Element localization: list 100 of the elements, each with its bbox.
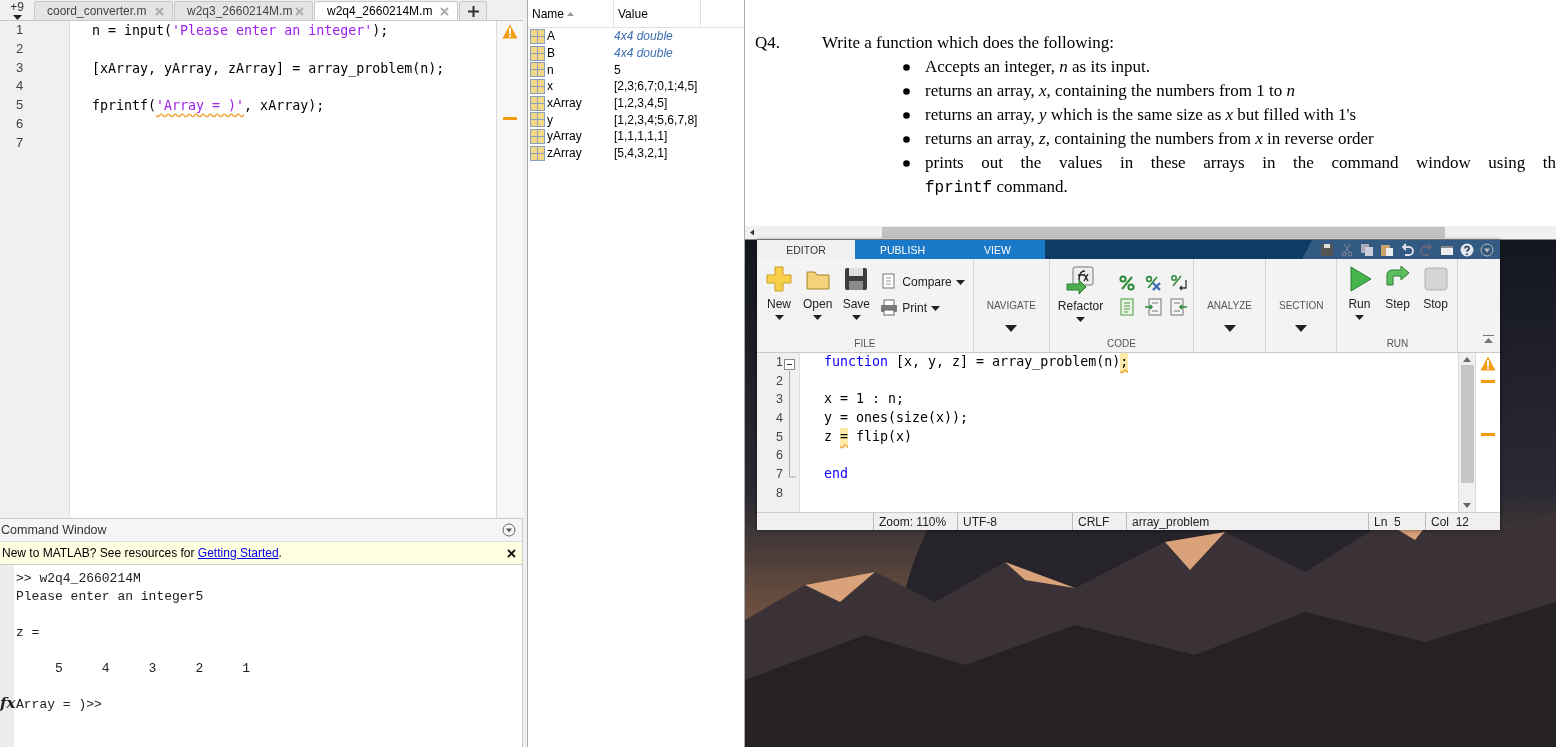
code-line: [xArray, yArray, zArray] = array_problem(n); xyxy=(92,59,445,79)
bullet-icon xyxy=(903,136,910,143)
ribbon-button[interactable]: Compare xyxy=(877,272,968,292)
line-number: 7 xyxy=(15,134,25,152)
circle-caret-icon[interactable] xyxy=(1480,242,1494,257)
bullet-text: returns an array, z, containing the numbers from x in reverse order xyxy=(925,128,1375,150)
column-header[interactable]: Name xyxy=(528,0,614,27)
bullet-text: Accepts an integer, n as its input. xyxy=(925,56,1151,78)
ribbon-button[interactable]: Refactor xyxy=(1054,264,1107,323)
code-line: x = 1 : n; xyxy=(824,390,905,409)
output-line: 5 4 3 2 1 xyxy=(54,661,251,676)
outdent-icon[interactable] xyxy=(1170,298,1189,316)
status-field: CRLF xyxy=(1072,513,1126,530)
indent-icon[interactable] xyxy=(1144,298,1163,316)
variable-value: 4x4 double xyxy=(614,46,673,61)
bullet-text: returns an array, x, containing the numbers from 1 to n xyxy=(925,80,1296,102)
variable-name[interactable]: yArray xyxy=(547,129,582,144)
bullet-icon xyxy=(903,160,910,167)
square-icon xyxy=(1421,265,1450,293)
line-number: 4 xyxy=(15,78,25,96)
variable-name[interactable]: B xyxy=(547,46,555,61)
line-number: 5 xyxy=(15,97,25,115)
paste-icon[interactable] xyxy=(1380,242,1394,257)
bullet-icon xyxy=(903,112,910,119)
undo-icon[interactable] xyxy=(1400,242,1414,257)
ribbon-tab[interactable]: VIEW xyxy=(950,240,1045,259)
ribbon-button[interactable]: NAVIGATE xyxy=(978,264,1044,332)
panel-title: Command Window xyxy=(1,523,107,537)
ribbon-button[interactable]: Save xyxy=(839,264,874,321)
column-header[interactable]: Value xyxy=(614,0,701,27)
file-tab[interactable]: w2q3_2660214M.m xyxy=(174,1,313,20)
ribbon-button[interactable]: Step xyxy=(1380,264,1415,321)
ribbon-button[interactable]: Open xyxy=(800,264,836,321)
variable-name[interactable]: x xyxy=(547,79,553,94)
group-label: CODE xyxy=(1106,338,1137,350)
code-line: end xyxy=(824,465,849,484)
ribbon-tab[interactable]: EDITOR xyxy=(757,240,855,259)
table-icon xyxy=(530,95,545,111)
ribbon-button[interactable]: Stop xyxy=(1418,264,1453,321)
ribbon-button[interactable]: Run xyxy=(1342,264,1377,321)
help-icon[interactable] xyxy=(1460,242,1474,257)
table-icon xyxy=(530,145,545,161)
percent-arrow-icon[interactable] xyxy=(1170,274,1189,292)
table-icon xyxy=(530,62,545,78)
line-number: 1 xyxy=(775,354,783,371)
ribbon-button[interactable]: New xyxy=(762,264,796,321)
variable-name[interactable]: xArray xyxy=(547,96,582,111)
scroll-down-icon[interactable] xyxy=(1463,503,1471,508)
vertical-scrollbar[interactable] xyxy=(1458,353,1475,512)
variable-name[interactable]: A xyxy=(547,29,555,44)
line-number: 7 xyxy=(775,466,783,484)
warning-marker[interactable] xyxy=(1481,380,1495,383)
code-line: function [x, y, z] = array_problem(n); xyxy=(824,353,1129,372)
question-number: Q4. xyxy=(754,32,782,54)
tab-overflow-button[interactable]: +9 xyxy=(0,0,34,20)
variable-value: [1,1,1,1,1] xyxy=(614,129,668,144)
status-field: array_problem xyxy=(1126,513,1368,530)
plus-icon xyxy=(765,265,793,293)
file-tab[interactable]: w2q4_2660214M.m xyxy=(314,1,458,20)
table-icon xyxy=(530,45,545,61)
horizontal-scrollbar[interactable] xyxy=(745,226,1556,239)
warning-marker[interactable] xyxy=(1481,433,1495,436)
bullet-text: returns an array, y which is the same size as x but filled with 1's xyxy=(925,104,1358,126)
ribbon-tab[interactable]: PUBLISH xyxy=(855,240,950,259)
variable-name[interactable]: n xyxy=(547,62,554,77)
variable-value: [1,2,3,4,5] xyxy=(614,96,668,111)
scrollbar-thumb[interactable] xyxy=(882,227,1445,238)
variable-name[interactable]: zArray xyxy=(547,146,582,161)
code-line: y = ones(size(x)); xyxy=(824,409,969,428)
copy-icon[interactable] xyxy=(1360,242,1374,257)
collapse-ribbon-icon[interactable] xyxy=(1483,335,1494,344)
scroll-up-icon[interactable] xyxy=(1463,357,1471,362)
status-field: UTF-8 xyxy=(957,513,1072,530)
line-number: 6 xyxy=(775,447,783,465)
warning-marker[interactable] xyxy=(503,117,517,120)
scrollbar-thumb[interactable] xyxy=(1460,365,1474,483)
caret-icon xyxy=(1295,325,1308,332)
line-number: 2 xyxy=(15,40,25,58)
variable-name[interactable]: y xyxy=(547,112,553,127)
close-icon[interactable] xyxy=(507,548,516,558)
new-tab-button[interactable] xyxy=(459,1,487,20)
warning-icon xyxy=(1480,356,1496,371)
line-number: 3 xyxy=(15,59,25,77)
output-line: Please enter an integer5 xyxy=(16,589,204,604)
fold-toggle-icon[interactable] xyxy=(784,359,795,370)
percent-cross-icon[interactable] xyxy=(1144,274,1163,292)
getting-started-link[interactable]: Getting Started xyxy=(197,546,279,560)
percent-icon[interactable] xyxy=(1118,274,1137,292)
ribbon-button[interactable]: Print xyxy=(877,298,968,318)
refactor-icon xyxy=(1065,265,1096,295)
bullet-icon xyxy=(903,88,910,95)
file-tab[interactable]: coord_converter.m xyxy=(34,1,173,20)
caret-icon xyxy=(1005,325,1018,332)
ribbon-button[interactable]: ANALYZE xyxy=(1199,264,1260,332)
prompt-line: Array = )>> xyxy=(16,697,102,712)
status-field: Zoom: 110% xyxy=(873,513,957,530)
line-number: 4 xyxy=(775,410,783,428)
ribbon-button[interactable]: SECTION xyxy=(1271,264,1332,332)
panel-menu-icon[interactable] xyxy=(502,523,516,537)
table-icon xyxy=(530,128,545,144)
